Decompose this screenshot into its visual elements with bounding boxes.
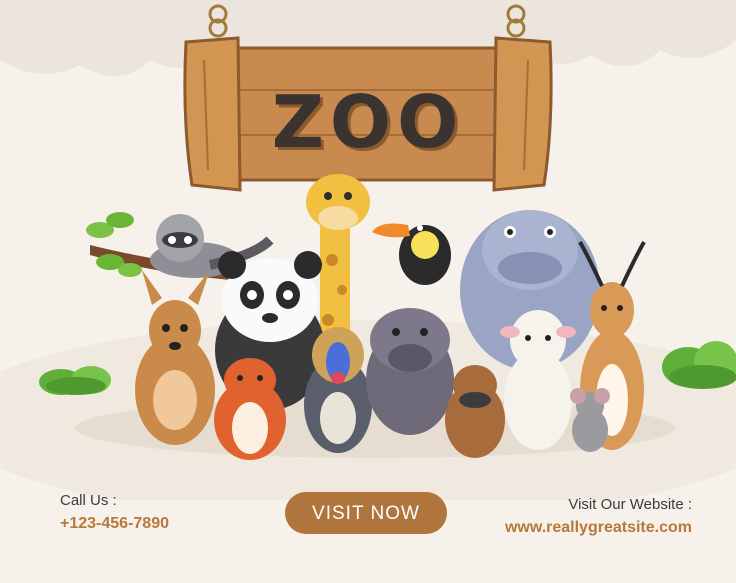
toucan-icon xyxy=(372,223,451,285)
contact-block: Call Us : +123-456-7890 xyxy=(60,492,169,533)
website-link[interactable]: www.reallygreatsite.com xyxy=(505,519,692,537)
sheep-icon xyxy=(500,310,576,450)
call-label: Call Us : xyxy=(60,492,117,509)
platypus-icon xyxy=(445,365,505,458)
zoo-poster: ZOO Call Us: +123-456-7890 VISIT NOW Vi… xyxy=(0,0,736,583)
website-block: Visit Our Website : www.reallygreatsite.… xyxy=(505,496,692,537)
kangaroo-icon xyxy=(135,270,215,445)
animals-illustration xyxy=(86,174,646,460)
website-label: Visit Our Website : xyxy=(568,496,692,513)
mandrill-icon xyxy=(304,327,372,453)
warthog-icon xyxy=(366,308,454,435)
visit-now-button[interactable]: VISIT NOW xyxy=(285,492,447,534)
mouse-icon xyxy=(570,388,610,452)
phone-number[interactable]: +123-456-7890 xyxy=(60,515,169,533)
